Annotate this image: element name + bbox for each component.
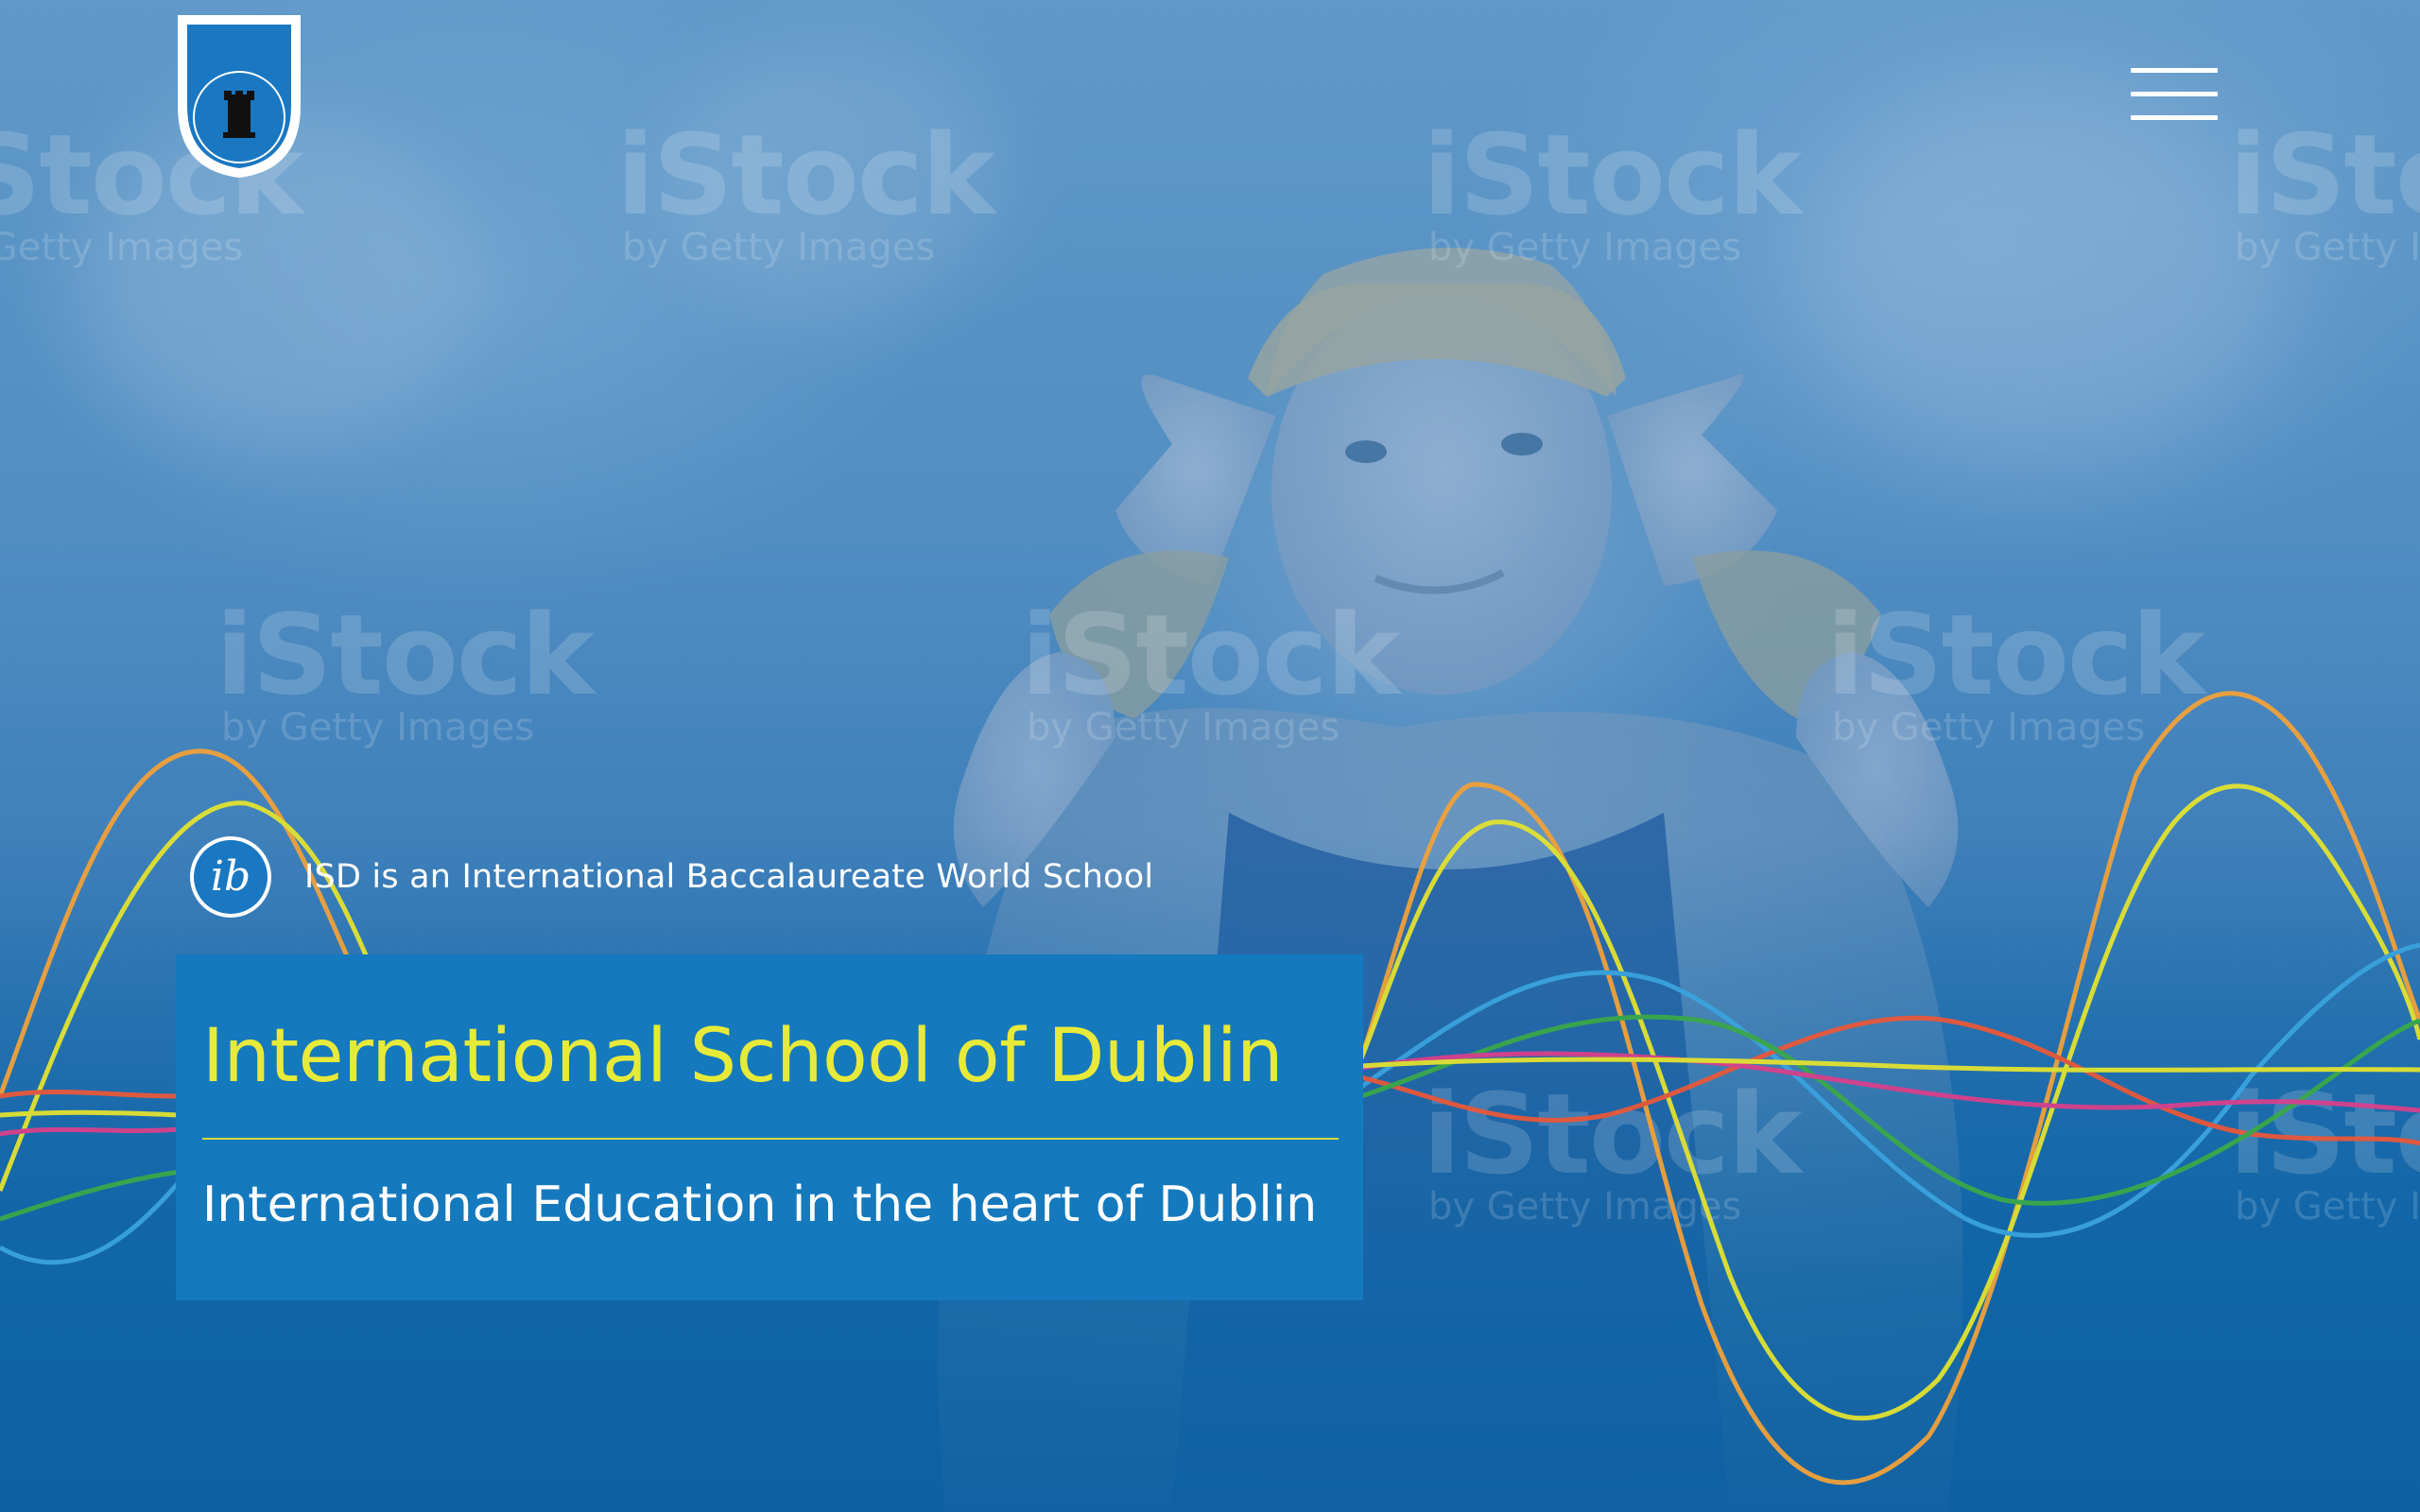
hero-title-box: International School of Dublin Internati…	[176, 954, 1363, 1300]
hamburger-menu-icon[interactable]	[2131, 68, 2218, 121]
istock-watermark: iStockby Getty Images	[2229, 1069, 2420, 1228]
menu-bar-middle	[2131, 92, 2218, 96]
ib-world-school-text: ISD is an International Baccalaureate Wo…	[304, 858, 1154, 896]
istock-watermark: iStockby Getty Images	[2229, 110, 2420, 269]
school-crest-logo[interactable]	[174, 11, 304, 181]
page-title: International School of Dublin	[202, 1014, 1284, 1099]
page-subtitle: International Education in the heart of …	[202, 1177, 1318, 1233]
istock-watermark: iStockby Getty Images	[616, 110, 995, 269]
istock-watermark: iStockby Getty Images	[1826, 590, 2205, 749]
title-divider	[202, 1138, 1339, 1140]
istock-watermark: iStockby Getty Images	[216, 590, 595, 749]
ib-logo-icon: ib	[190, 836, 271, 918]
ib-world-school-badge[interactable]: ib ISD is an International Baccalaureate…	[187, 832, 1153, 922]
istock-watermark: iStockby Getty Images	[1423, 110, 1802, 269]
menu-bar-top	[2131, 68, 2218, 73]
istock-watermark: iStockby Getty Images	[1021, 590, 1400, 749]
svg-text:ib: ib	[211, 852, 251, 901]
istock-watermark: iStockby Getty Images	[1423, 1069, 1802, 1228]
menu-bar-bottom	[2131, 115, 2218, 120]
